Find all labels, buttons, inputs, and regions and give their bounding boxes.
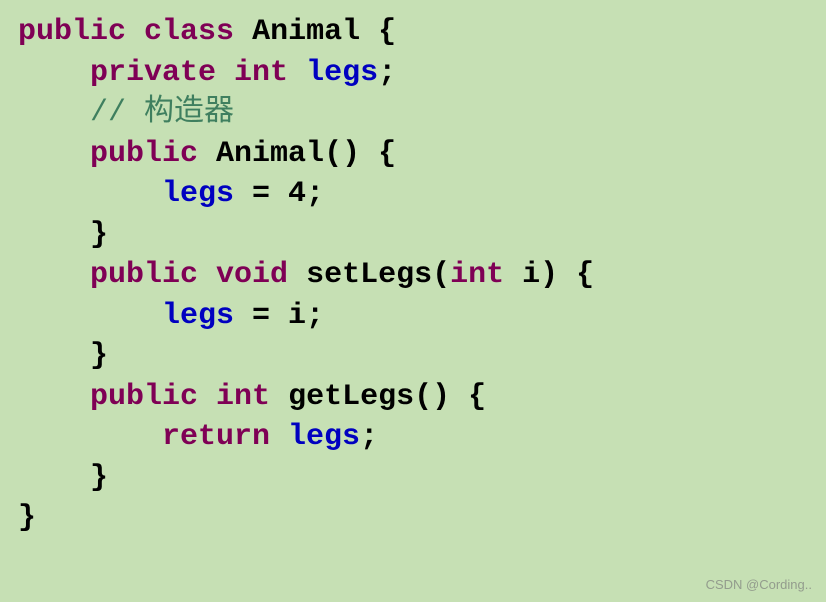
- keyword-public: public: [18, 15, 126, 49]
- code-line-11: return legs;: [18, 417, 808, 458]
- var-legs: legs: [288, 420, 360, 454]
- equals: =: [234, 299, 288, 333]
- keyword-void: void: [216, 258, 288, 292]
- brace-close: }: [90, 218, 108, 252]
- code-line-10: public int getLegs() {: [18, 377, 808, 418]
- type-int: int: [234, 56, 288, 90]
- number-literal: 4: [288, 177, 306, 211]
- semicolon: ;: [306, 299, 324, 333]
- keyword-public: public: [90, 380, 198, 414]
- paren-close-brace: ) {: [540, 258, 594, 292]
- field-legs: legs: [306, 56, 378, 90]
- code-line-13: }: [18, 498, 808, 539]
- watermark: CSDN @Cording..: [706, 576, 812, 594]
- class-name: Animal: [252, 15, 360, 49]
- code-line-1: public class Animal {: [18, 12, 808, 53]
- brace-close: }: [90, 339, 108, 373]
- keyword-class: class: [144, 15, 234, 49]
- keyword-public: public: [90, 137, 198, 171]
- brace-open: {: [360, 15, 396, 49]
- keyword-return: return: [162, 420, 270, 454]
- keyword-public: public: [90, 258, 198, 292]
- code-line-9: }: [18, 336, 808, 377]
- code-line-7: public void setLegs(int i) {: [18, 255, 808, 296]
- code-line-6: }: [18, 215, 808, 256]
- paren-brace: () {: [414, 380, 486, 414]
- method-getlegs: getLegs: [288, 380, 414, 414]
- type-int: int: [216, 380, 270, 414]
- param-i: i: [504, 258, 540, 292]
- code-block: public class Animal { private int legs; …: [18, 12, 808, 539]
- comment: // 构造器: [90, 96, 234, 130]
- method-setlegs: setLegs: [306, 258, 432, 292]
- brace-close: }: [90, 461, 108, 495]
- keyword-private: private: [90, 56, 216, 90]
- constructor-name: Animal: [216, 137, 324, 171]
- code-line-4: public Animal() {: [18, 134, 808, 175]
- var-i: i: [288, 299, 306, 333]
- code-line-2: private int legs;: [18, 53, 808, 94]
- paren-brace: () {: [324, 137, 396, 171]
- var-legs: legs: [162, 177, 234, 211]
- type-int: int: [450, 258, 504, 292]
- semicolon: ;: [360, 420, 378, 454]
- paren-open: (: [432, 258, 450, 292]
- code-line-3: // 构造器: [18, 93, 808, 134]
- code-line-8: legs = i;: [18, 296, 808, 337]
- semicolon: ;: [378, 56, 396, 90]
- code-line-5: legs = 4;: [18, 174, 808, 215]
- equals: =: [234, 177, 288, 211]
- brace-close: }: [18, 501, 36, 535]
- var-legs: legs: [162, 299, 234, 333]
- semicolon: ;: [306, 177, 324, 211]
- code-line-12: }: [18, 458, 808, 499]
